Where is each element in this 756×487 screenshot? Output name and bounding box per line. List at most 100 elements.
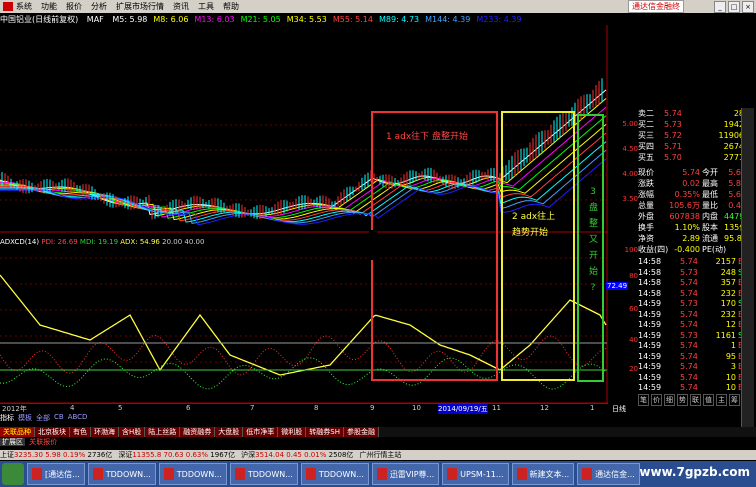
tick-row: 14:595.73170S (638, 299, 743, 308)
sector-tab[interactable]: 参股金融 (343, 427, 379, 437)
tick-row: 14:595.743B (638, 362, 744, 371)
stat-row: 涨跌 0.02 最高 5.81 (638, 179, 746, 188)
view-tab[interactable]: ABCD (68, 413, 88, 423)
ma-label: MAF (86, 15, 104, 24)
quote-tab[interactable]: 联 (690, 393, 701, 406)
app-icon (32, 468, 42, 480)
mdi-value: MDI: 19.19 (79, 238, 119, 246)
close-button[interactable]: × (742, 0, 754, 13)
pdi-line (0, 334, 607, 376)
watermark: www.7gpzb.com (639, 465, 750, 479)
taskbar-item[interactable]: UPSM-11... (442, 463, 509, 485)
ma-value-5: M55: 5.14 (332, 15, 373, 24)
date-axis-label: 8 (314, 404, 319, 412)
order-book-row: 买四 5.71 2674 (638, 142, 744, 151)
ma-line-0 (0, 89, 607, 215)
menu-item-function[interactable]: 功能 (41, 1, 57, 12)
stat-row: 收益(四) -0.400 PE(动) (638, 245, 727, 254)
sector-tab[interactable]: 转融券SH (306, 427, 344, 437)
tick-row: 14:595.7412B (638, 320, 744, 329)
taskbar-item[interactable]: TDDOWN... (300, 463, 369, 485)
tick-row: 14:595.74232B (638, 309, 744, 319)
indicator-title: ADXCD(14) PDI: 26.69 MDI: 19.19 ADX: 54.… (0, 238, 204, 246)
menu-item-tools[interactable]: 工具 (198, 1, 214, 12)
menu-item-analysis[interactable]: 分析 (91, 1, 107, 12)
start-button[interactable] (2, 463, 24, 485)
minimize-button[interactable]: _ (714, 0, 726, 13)
app-icon (305, 468, 316, 480)
taskbar-item[interactable]: 通达信金... (577, 463, 640, 485)
adx-line (0, 274, 607, 376)
maximize-button[interactable]: □ (728, 0, 740, 13)
taskbar-item-label: [通达信... (45, 469, 80, 479)
tick-row: 14:595.7495B (638, 351, 744, 361)
view-tab[interactable]: 指标 (0, 413, 14, 423)
index-quote[interactable]: 上证3235.30 5.98 0.19% 2736亿 (0, 451, 112, 459)
menu-item-help[interactable]: 帮助 (223, 1, 239, 12)
order-book-row: 卖二 5.74 28 (638, 109, 744, 118)
sector-tab[interactable]: 微利股 (278, 427, 307, 437)
view-tab[interactable]: CB (54, 413, 64, 423)
taskbar-item-label: 迅雷VIP尊... (389, 469, 435, 479)
tick-row: 14:585.73248S (638, 267, 743, 277)
period-label[interactable]: 日线 (612, 404, 626, 414)
tick-row: 14:595.7410B (638, 383, 744, 392)
taskbar-item[interactable]: [通达信... (27, 463, 85, 485)
menu-item-system[interactable]: 系统 (16, 1, 32, 12)
quote-tab[interactable]: 价 (651, 393, 662, 406)
quote-scrollbar[interactable] (741, 108, 754, 438)
related-quote-tab[interactable]: 关联报价 (27, 438, 59, 446)
ad-label[interactable]: 通达信金融终 (628, 0, 684, 13)
tick-row: 14:585.742157B (638, 257, 744, 266)
taskbar-item[interactable]: TDDOWN... (229, 463, 298, 485)
sector-tab[interactable]: 关联品种 (0, 427, 35, 437)
quote-tab[interactable]: 值 (703, 393, 714, 406)
app-icon (92, 468, 103, 480)
ma-value-0: M5: 5.98 (112, 15, 148, 24)
stat-row: 总量 105.6万 量比 0.46 (638, 201, 746, 210)
sector-tab[interactable]: 陆上丝路 (145, 427, 181, 437)
annotation-text-2b: 趋势开始 (512, 228, 549, 238)
taskbar-item-label: TDDOWN... (176, 469, 222, 479)
app-icon (582, 468, 593, 480)
quote-tab[interactable]: 主 (716, 393, 727, 406)
sector-tab[interactable]: 环渤海 (91, 427, 119, 437)
stat-row: 外盘 607838 内盘 447943 (638, 212, 755, 221)
taskbar-item[interactable]: 新建文本... (511, 463, 575, 485)
view-tab[interactable]: 全部 (36, 413, 50, 423)
taskbar-item[interactable]: TDDOWN... (87, 463, 156, 485)
menu-item-news[interactable]: 资讯 (173, 1, 189, 12)
quote-tab[interactable]: 势 (677, 393, 688, 406)
ma-value-6: M89: 4.73 (378, 15, 420, 24)
ma-title-line: 中国铝业(日线前复权) MAF M5: 5.98 M8: 6.06 M13: 6.0… (0, 14, 528, 25)
adx-indicator-lines (0, 274, 607, 390)
quote-tab[interactable]: 笔 (638, 393, 649, 406)
sector-tab[interactable]: 大盘股 (215, 427, 244, 437)
index-quote[interactable]: 深证11355.8 70.63 0.63% 1967亿 (118, 451, 235, 459)
app-icon (234, 468, 245, 480)
stat-row: 换手 1.10% 股本 135亿 (638, 223, 748, 232)
sector-tab[interactable]: 有色 (70, 427, 91, 437)
quote-tab[interactable]: 筹 (729, 393, 740, 406)
sector-tab[interactable]: 低市净率 (243, 427, 279, 437)
menu-item-quote[interactable]: 报价 (66, 1, 82, 12)
level-20: 20.00 (162, 238, 183, 246)
sector-tab[interactable]: 融资融券 (180, 427, 216, 437)
index-status-bar: 上证3235.30 5.98 0.19% 2736亿 深证11355.8 70.6… (0, 450, 756, 460)
view-tab[interactable]: 模板 (18, 413, 32, 423)
sector-tab[interactable]: 北京板块 (35, 427, 70, 437)
sector-tab[interactable]: 含H股 (119, 427, 146, 437)
taskbar-item[interactable]: 迅雷VIP尊... (371, 463, 440, 485)
ma-line-5 (0, 132, 607, 222)
annotation-box-1 (371, 111, 498, 381)
taskbar-item[interactable]: TDDOWN... (158, 463, 227, 485)
extension-area-tab[interactable]: 扩展区 (0, 438, 25, 446)
taskbar-item-label: TDDOWN... (105, 469, 151, 479)
tick-row: 14:595.7410B (638, 372, 744, 382)
ma-value-2: M13: 6.03 (194, 15, 235, 24)
menu-item-extended-market[interactable]: 扩展市场行情 (116, 1, 164, 12)
candlesticks (1, 78, 603, 220)
index-quote[interactable]: 沪深3514.04 0.45 0.01% 2508亿 (241, 451, 353, 459)
quote-tab[interactable]: 细 (664, 393, 675, 406)
ma-value-1: M8: 6.06 (153, 15, 189, 24)
